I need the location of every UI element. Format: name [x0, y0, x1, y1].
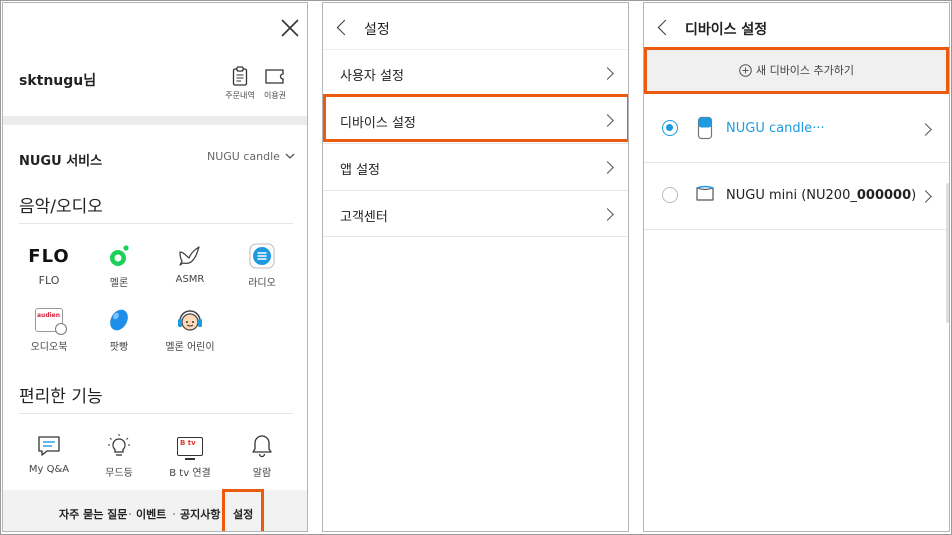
section-gap: [3, 116, 307, 125]
device-name-prefix: NUGU mini (NU200_: [726, 188, 857, 203]
music-item-podbbang[interactable]: 팟빵: [89, 306, 149, 353]
device-name: NUGU candle···: [726, 121, 825, 136]
tool-item-label: 무드등: [105, 468, 133, 479]
music-section-title: 음악/오디오: [19, 197, 103, 217]
chevron-right-icon: [919, 190, 932, 203]
notice-link[interactable]: 공지사항: [180, 506, 220, 522]
ticket-icon: [265, 69, 284, 84]
back-arrow-icon[interactable]: [657, 19, 674, 36]
chevron-right-icon: [601, 208, 614, 221]
page-title: 설정: [364, 22, 390, 38]
music-item-melon-kids[interactable]: 멜론 어린이: [160, 306, 220, 353]
bulb-icon: [108, 434, 130, 456]
melon-kids-icon: [178, 310, 202, 331]
separator-dot: [129, 513, 131, 515]
tool-item-label: 알람: [252, 468, 272, 479]
divider: [323, 236, 628, 237]
device-row-mini[interactable]: NUGU mini (NU200_000000): [644, 167, 949, 223]
voucher-label: 이용권: [263, 91, 287, 100]
audiobook-icon: audien: [35, 308, 67, 335]
music-item-asmr[interactable]: ASMR: [160, 242, 220, 285]
music-item-label: ASMR: [175, 274, 205, 285]
settings-screen: 설정 사용자 설정 디바이스 설정 앱 설정 고객센터: [322, 2, 629, 532]
podbbang-icon: [110, 309, 128, 331]
music-item-label: 팟빵: [109, 342, 129, 353]
divider: [19, 223, 293, 224]
music-item-label: 오디오북: [30, 342, 68, 353]
device-name-bold: 000000: [856, 188, 912, 203]
page-title: 디바이스 설정: [685, 22, 768, 38]
voucher-button[interactable]: 이용권: [260, 66, 290, 101]
clipboard-icon: [232, 66, 248, 86]
tools-section-title: 편리한 기능: [19, 387, 103, 407]
tool-item-mood-light[interactable]: 무드등: [89, 432, 149, 479]
highlight-add-device: [644, 47, 949, 94]
music-item-melon[interactable]: 멜론: [89, 242, 149, 289]
nugu-menu-screen: sktnugu님 주문내역 이용권 NUGU 서비스 NUGU candle 음…: [2, 2, 308, 532]
tool-item-label: B tv 연결: [169, 468, 211, 479]
music-item-audiobook[interactable]: audien 오디오북: [19, 306, 79, 353]
mini-device-icon: [696, 185, 714, 201]
divider: [19, 413, 293, 414]
tool-item-btv-connect[interactable]: B tv B tv 연결: [160, 432, 220, 479]
scrollbar[interactable]: [946, 183, 949, 323]
highlight-device-settings: [323, 94, 628, 142]
order-history-button[interactable]: 주문내역: [225, 66, 255, 101]
menu-label: 사용자 설정: [340, 69, 404, 84]
tv-badge: B tv: [180, 438, 196, 447]
tool-item-label: My Q&A: [28, 464, 70, 475]
radio-unselected[interactable]: [662, 187, 678, 203]
music-item-label: 멜론 어린이: [165, 342, 215, 353]
device-row-candle[interactable]: NUGU candle···: [644, 104, 949, 160]
music-item-label: 라디오: [248, 278, 276, 289]
service-title: NUGU 서비스: [19, 154, 103, 169]
tool-item-alarm[interactable]: 알람: [232, 432, 292, 479]
chat-icon: [38, 436, 60, 456]
radio-selected[interactable]: [662, 120, 678, 136]
chevron-right-icon: [601, 67, 614, 80]
music-item-flo[interactable]: FLO FLO: [19, 242, 79, 288]
divider: [644, 162, 949, 163]
highlight-settings: [222, 489, 264, 531]
event-link[interactable]: 이벤트: [136, 506, 166, 522]
menu-label: 고객센터: [340, 210, 388, 225]
tv-icon: B tv: [177, 436, 203, 460]
music-item-label: 멜론: [109, 278, 129, 289]
username: sktnugu님: [19, 73, 97, 89]
device-selector[interactable]: NUGU candle: [207, 150, 295, 163]
separator-dot: [173, 513, 175, 515]
chevron-right-icon: [601, 161, 614, 174]
candle-device-icon: [697, 116, 713, 140]
bird-icon: [179, 246, 200, 266]
radio-icon: [249, 243, 275, 269]
menu-user-settings[interactable]: 사용자 설정: [323, 50, 628, 96]
flo-logo-icon: FLO: [28, 245, 70, 267]
device-name: NUGU mini (NU200_000000): [726, 188, 916, 203]
device-selector-label: NUGU candle: [207, 150, 280, 163]
audiobook-logo-text: audien: [37, 312, 61, 319]
chevron-down-icon: [285, 153, 295, 159]
bell-icon: [252, 435, 272, 458]
divider: [644, 229, 949, 230]
menu-customer-center[interactable]: 고객센터: [323, 191, 628, 237]
melon-icon: [110, 245, 129, 266]
order-history-label: 주문내역: [225, 91, 255, 100]
menu-label: 앱 설정: [340, 163, 381, 178]
faq-link[interactable]: 자주 묻는 질문: [59, 506, 127, 522]
menu-app-settings[interactable]: 앱 설정: [323, 144, 628, 190]
close-icon[interactable]: [280, 18, 300, 38]
device-settings-screen: 디바이스 설정 새 디바이스 추가하기 NUGU candle··· NUGU …: [643, 2, 950, 532]
device-name-suffix: ): [911, 188, 917, 203]
tool-item-my-qa[interactable]: My Q&A: [19, 432, 79, 475]
back-arrow-icon[interactable]: [336, 19, 353, 36]
music-item-label: FLO: [38, 274, 60, 287]
chevron-right-icon: [919, 123, 932, 136]
music-item-radio[interactable]: 라디오: [232, 242, 292, 289]
